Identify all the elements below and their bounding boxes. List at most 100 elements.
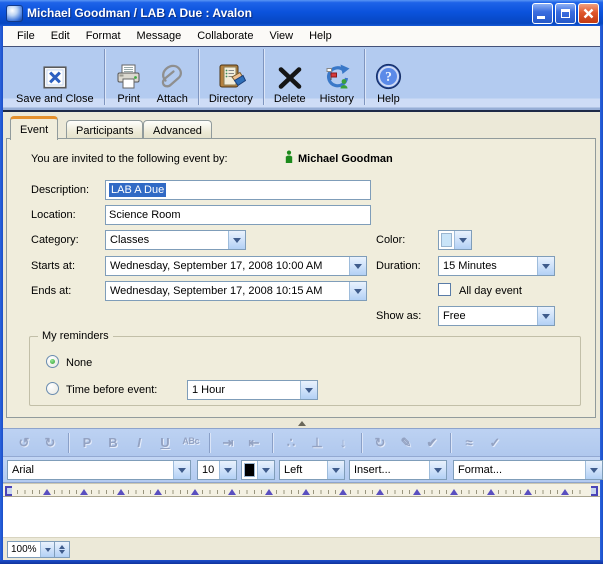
chevron-down-icon <box>219 461 236 479</box>
menu-help[interactable]: Help <box>301 28 340 44</box>
history-button[interactable]: History <box>313 49 361 105</box>
reminder-time-dropdown[interactable]: 1 Hour <box>187 380 318 400</box>
font-size-dropdown[interactable]: 10 <box>197 460 237 480</box>
inviter-name: Michael Goodman <box>298 153 393 165</box>
alignment-value: Left <box>280 461 327 479</box>
tab-advanced[interactable]: Advanced <box>143 120 212 140</box>
chevron-down-icon <box>300 381 317 399</box>
event-form-panel: You are invited to the following event b… <box>6 138 596 418</box>
chevron-down-icon <box>173 461 190 479</box>
redo-icon[interactable]: ↻ <box>37 435 63 451</box>
attach-button[interactable]: Attach <box>150 49 195 105</box>
delete-button[interactable]: Delete <box>267 49 313 105</box>
ruler-tabstop-icon[interactable] <box>265 485 273 495</box>
ruler-tabstop-icon[interactable] <box>117 485 125 495</box>
directory-button[interactable]: Directory <box>202 49 260 105</box>
ruler-tabstop-icon[interactable] <box>191 485 199 495</box>
starts-at-dropdown[interactable]: Wednesday, September 17, 2008 10:00 AM <box>105 256 367 276</box>
ruler-tabstop-icon[interactable] <box>154 485 162 495</box>
italic-icon[interactable]: I <box>126 435 152 450</box>
find-replace-icon[interactable]: ≈ <box>456 435 482 450</box>
menu-message[interactable]: Message <box>129 28 190 44</box>
small-caps-icon[interactable]: ᴬᴮᶜ <box>178 435 204 450</box>
color-dropdown[interactable] <box>438 230 472 250</box>
left-margin-marker[interactable] <box>5 486 12 496</box>
indent-decrease-icon[interactable]: ⇤ <box>241 435 267 451</box>
chevron-down-icon <box>454 231 471 249</box>
invited-by-label: You are invited to the following event b… <box>31 153 228 165</box>
format-toolbar: ↺ ↻ P B I U ᴬᴮᶜ ⇥ ⇤ ∴ ⊥ ↓ ↻ ✎ ✔ ≈ ✓ <box>3 428 600 457</box>
help-button[interactable]: ? Help <box>368 49 409 105</box>
ruler-tabstop-icon[interactable] <box>228 485 236 495</box>
ruler-tabstop-icon[interactable] <box>43 485 51 495</box>
location-input[interactable]: Science Room <box>105 205 371 225</box>
category-value: Classes <box>106 231 228 249</box>
ruler-tabstop-icon[interactable] <box>413 485 421 495</box>
app-icon <box>6 5 23 22</box>
bold-icon[interactable]: B <box>100 435 126 450</box>
ruler-tabstop-icon[interactable] <box>80 485 88 495</box>
revert-icon[interactable]: ↻ <box>367 435 393 451</box>
ruler-tabstop-icon[interactable] <box>524 485 532 495</box>
right-margin-marker[interactable] <box>591 486 598 496</box>
delete-icon <box>277 60 303 90</box>
ruler-tabstop-icon[interactable] <box>487 485 495 495</box>
menu-file[interactable]: File <box>9 28 43 44</box>
maximize-button[interactable] <box>555 3 576 24</box>
font-family-dropdown[interactable]: Arial <box>7 460 191 480</box>
chevron-down-icon <box>40 542 54 557</box>
spell-check-icon[interactable]: ✓ <box>482 435 508 451</box>
tab-participants[interactable]: Participants <box>66 120 143 140</box>
font-color-dropdown[interactable] <box>241 460 275 480</box>
ruler-tabstop-icon[interactable] <box>376 485 384 495</box>
description-value: LAB A Due <box>109 183 166 197</box>
person-icon <box>285 150 293 163</box>
format-dropdown[interactable]: Format... <box>453 460 603 480</box>
menu-format[interactable]: Format <box>78 28 129 44</box>
all-day-checkbox[interactable] <box>438 283 451 296</box>
ruler-tabstop-icon[interactable] <box>302 485 310 495</box>
ruler-tabstop-icon[interactable] <box>561 485 569 495</box>
starts-at-value: Wednesday, September 17, 2008 10:00 AM <box>106 257 349 275</box>
toolbar-separator <box>68 433 69 453</box>
reminder-none-label: None <box>66 357 92 369</box>
starts-at-label: Starts at: <box>31 260 75 272</box>
menu-collaborate[interactable]: Collaborate <box>189 28 261 44</box>
underline-icon[interactable]: U <box>152 435 178 450</box>
save-and-close-button[interactable]: Save and Close <box>9 49 101 105</box>
reminder-time-radio[interactable] <box>46 382 59 395</box>
duration-label: Duration: <box>376 260 421 272</box>
zoom-dropdown[interactable]: 100% <box>7 541 55 558</box>
tab-event[interactable]: Event <box>10 116 58 140</box>
insert-dropdown[interactable]: Insert... <box>349 460 447 480</box>
category-dropdown[interactable]: Classes <box>105 230 246 250</box>
print-button[interactable]: Print <box>108 49 150 105</box>
reminder-none-radio[interactable] <box>46 355 59 368</box>
close-button[interactable] <box>578 3 599 24</box>
ruler-tabstop-icon[interactable] <box>339 485 347 495</box>
approve-icon[interactable]: ✔ <box>419 435 445 451</box>
zoom-spinner[interactable] <box>55 541 70 558</box>
menu-edit[interactable]: Edit <box>43 28 78 44</box>
paragraph-icon[interactable]: P <box>74 435 100 450</box>
show-as-dropdown[interactable]: Free <box>438 306 555 326</box>
alignment-dropdown[interactable]: Left <box>279 460 345 480</box>
ends-at-dropdown[interactable]: Wednesday, September 17, 2008 10:15 AM <box>105 281 367 301</box>
format-value: Format... <box>454 461 585 479</box>
chevron-down-icon <box>585 461 602 479</box>
description-input[interactable]: LAB A Due <box>105 180 371 200</box>
menu-view[interactable]: View <box>261 28 301 44</box>
spacing-icon[interactable]: ⊥ <box>304 435 330 451</box>
show-as-label: Show as: <box>376 310 421 322</box>
message-body[interactable] <box>3 497 600 537</box>
indent-increase-icon[interactable]: ⇥ <box>215 435 241 451</box>
undo-icon[interactable]: ↺ <box>11 435 37 451</box>
move-down-icon[interactable]: ↓ <box>330 435 356 450</box>
show-as-value: Free <box>439 307 537 325</box>
minimize-button[interactable] <box>532 3 553 24</box>
font-size-value: 10 <box>198 461 219 479</box>
pen-icon[interactable]: ✎ <box>393 435 419 451</box>
duration-dropdown[interactable]: 15 Minutes <box>438 256 555 276</box>
list-style-icon[interactable]: ∴ <box>278 435 304 451</box>
ruler-tabstop-icon[interactable] <box>450 485 458 495</box>
